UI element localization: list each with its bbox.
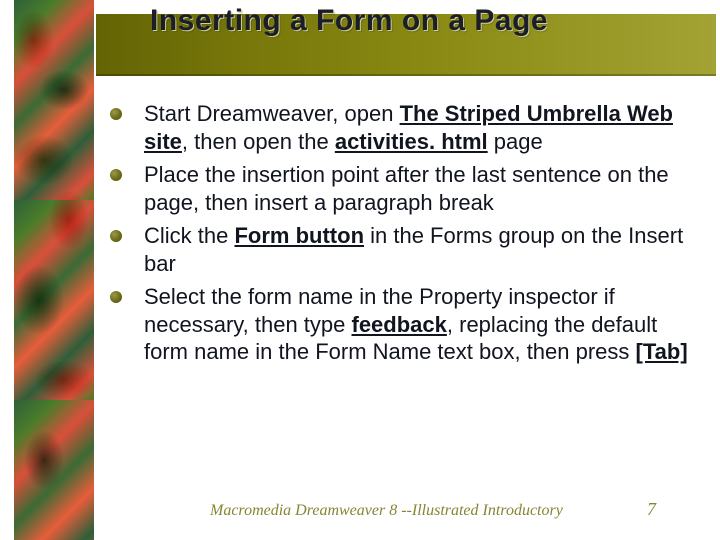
text-run: Place the insertion point after the last… [144,162,669,215]
text-run: page [488,129,543,154]
bullet-item: Start Dreamweaver, open The Striped Umbr… [108,100,690,155]
text-run: Form button [234,223,364,248]
text-run: [Tab] [636,339,688,364]
text-run: Start Dreamweaver, open [144,101,400,126]
slide-title: Inserting a Form on a Page [150,4,700,38]
bullet-list: Start Dreamweaver, open The Striped Umbr… [108,100,690,366]
bullet-item: Place the insertion point after the last… [108,161,690,216]
footer-text: Macromedia Dreamweaver 8 --Illustrated I… [210,502,563,520]
bullet-item: Select the form name in the Property ins… [108,283,690,366]
text-run: , then open the [182,129,335,154]
text-run: feedback [352,312,447,337]
text-run: activities. html [335,129,488,154]
bullet-item: Click the Form button in the Forms group… [108,222,690,277]
text-run: Click the [144,223,234,248]
page-number: 7 [647,499,656,520]
decorative-sidebar-image [14,0,94,540]
slide-content: Start Dreamweaver, open The Striped Umbr… [108,100,690,372]
